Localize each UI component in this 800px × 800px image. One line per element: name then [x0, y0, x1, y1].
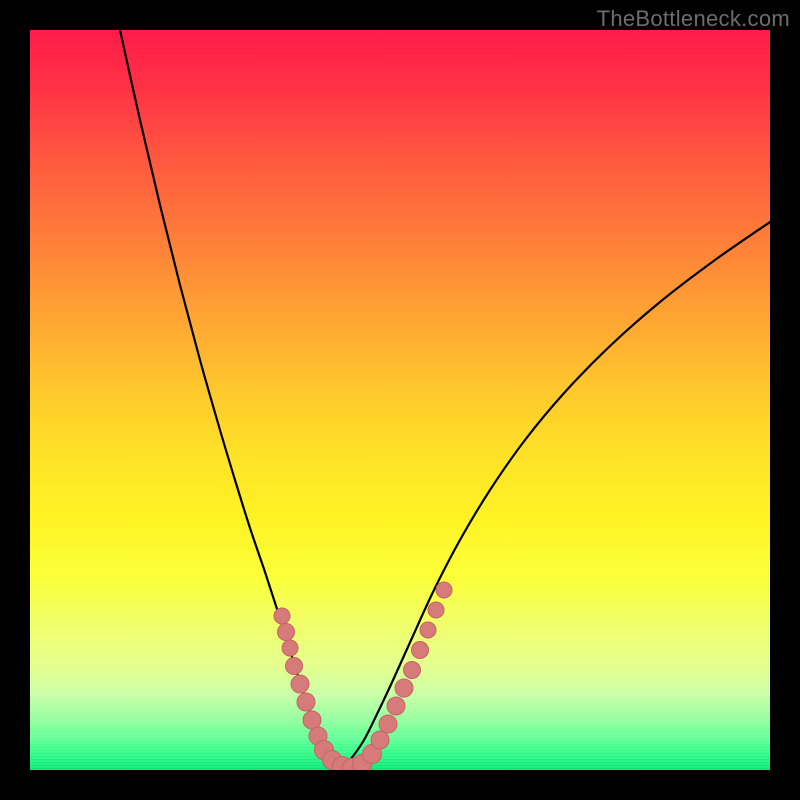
watermark-text: TheBottleneck.com	[597, 6, 790, 32]
data-marker	[387, 697, 405, 715]
chart-frame: TheBottleneck.com	[0, 0, 800, 800]
data-marker	[274, 608, 290, 624]
data-marker	[436, 582, 452, 598]
data-marker	[291, 675, 309, 693]
data-marker	[303, 711, 321, 729]
data-marker	[371, 731, 389, 749]
chart-svg	[30, 30, 770, 770]
band-lines-group	[30, 734, 770, 770]
data-marker	[428, 602, 444, 618]
data-marker	[412, 642, 429, 659]
data-marker	[395, 679, 413, 697]
plot-area	[30, 30, 770, 770]
data-marker	[404, 662, 421, 679]
data-marker	[420, 622, 436, 638]
data-marker	[282, 640, 298, 656]
left-curve	[120, 30, 340, 770]
data-marker	[297, 693, 315, 711]
data-marker	[286, 658, 303, 675]
data-marker	[379, 715, 397, 733]
data-marker	[278, 624, 295, 641]
